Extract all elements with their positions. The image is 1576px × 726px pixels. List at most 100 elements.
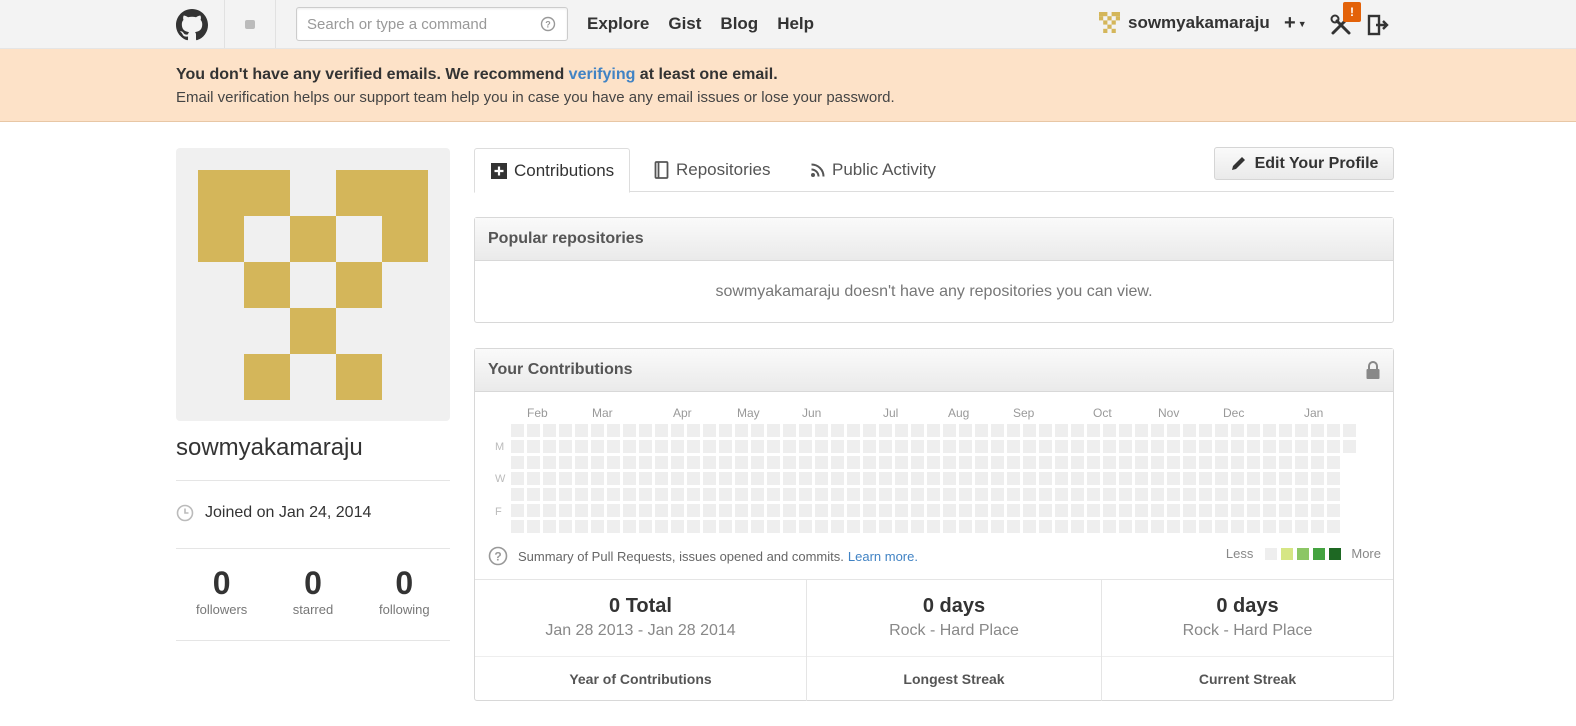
contribution-day-cell[interactable] [1055, 504, 1068, 517]
contribution-day-cell[interactable] [1119, 472, 1132, 485]
contribution-day-cell[interactable] [1183, 488, 1196, 501]
contribution-day-cell[interactable] [607, 440, 620, 453]
profile-avatar[interactable] [176, 148, 450, 421]
contribution-day-cell[interactable] [1167, 456, 1180, 469]
contribution-day-cell[interactable] [1023, 504, 1036, 517]
contribution-day-cell[interactable] [1215, 440, 1228, 453]
contribution-day-cell[interactable] [1263, 504, 1276, 517]
contribution-day-cell[interactable] [1215, 520, 1228, 533]
contribution-day-cell[interactable] [959, 440, 972, 453]
contribution-day-cell[interactable] [783, 440, 796, 453]
contribution-day-cell[interactable] [1215, 488, 1228, 501]
contribution-day-cell[interactable] [1247, 520, 1260, 533]
contribution-day-cell[interactable] [831, 456, 844, 469]
contribution-day-cell[interactable] [959, 520, 972, 533]
contribution-day-cell[interactable] [719, 520, 732, 533]
contribution-day-cell[interactable] [767, 424, 780, 437]
contribution-day-cell[interactable] [751, 472, 764, 485]
contribution-day-cell[interactable] [847, 424, 860, 437]
sign-out-icon[interactable] [1367, 14, 1389, 36]
contribution-day-cell[interactable] [1199, 488, 1212, 501]
contribution-day-cell[interactable] [847, 472, 860, 485]
contribution-day-cell[interactable] [1071, 456, 1084, 469]
contribution-day-cell[interactable] [655, 504, 668, 517]
contribution-day-cell[interactable] [527, 472, 540, 485]
header-username[interactable]: sowmyakamaraju [1128, 13, 1270, 33]
contribution-day-cell[interactable] [703, 424, 716, 437]
contribution-day-cell[interactable] [607, 472, 620, 485]
contribution-day-cell[interactable] [895, 504, 908, 517]
contribution-day-cell[interactable] [719, 456, 732, 469]
contribution-day-cell[interactable] [687, 504, 700, 517]
contribution-day-cell[interactable] [1215, 456, 1228, 469]
contribution-day-cell[interactable] [1119, 504, 1132, 517]
contribution-day-cell[interactable] [655, 456, 668, 469]
contribution-day-cell[interactable] [655, 440, 668, 453]
contribution-day-cell[interactable] [1247, 424, 1260, 437]
contribution-day-cell[interactable] [1327, 424, 1340, 437]
contribution-day-cell[interactable] [1103, 456, 1116, 469]
contribution-day-cell[interactable] [639, 472, 652, 485]
contribution-day-cell[interactable] [1103, 504, 1116, 517]
contribution-day-cell[interactable] [527, 488, 540, 501]
contribution-day-cell[interactable] [655, 424, 668, 437]
contribution-day-cell[interactable] [1103, 520, 1116, 533]
contribution-day-cell[interactable] [1119, 424, 1132, 437]
contribution-day-cell[interactable] [575, 488, 588, 501]
contribution-day-cell[interactable] [511, 424, 524, 437]
contribution-day-cell[interactable] [1199, 424, 1212, 437]
contribution-day-cell[interactable] [1231, 520, 1244, 533]
contribution-day-cell[interactable] [1023, 472, 1036, 485]
contribution-day-cell[interactable] [1295, 424, 1308, 437]
contribution-day-cell[interactable] [975, 504, 988, 517]
contribution-day-cell[interactable] [1215, 424, 1228, 437]
contribution-day-cell[interactable] [687, 520, 700, 533]
contribution-day-cell[interactable] [527, 440, 540, 453]
contribution-day-cell[interactable] [623, 424, 636, 437]
following-stat[interactable]: 0 following [364, 566, 444, 617]
contribution-day-cell[interactable] [1327, 520, 1340, 533]
contribution-day-cell[interactable] [847, 440, 860, 453]
contribution-day-cell[interactable] [687, 488, 700, 501]
contribution-day-cell[interactable] [1279, 504, 1292, 517]
contribution-day-cell[interactable] [879, 440, 892, 453]
contribution-day-cell[interactable] [1039, 520, 1052, 533]
contribution-day-cell[interactable] [783, 424, 796, 437]
contribution-day-cell[interactable] [1167, 520, 1180, 533]
contribution-day-cell[interactable] [1039, 440, 1052, 453]
contribution-day-cell[interactable] [639, 456, 652, 469]
contribution-day-cell[interactable] [863, 520, 876, 533]
contribution-day-cell[interactable] [639, 520, 652, 533]
contribution-day-cell[interactable] [943, 440, 956, 453]
nav-gist[interactable]: Gist [668, 14, 701, 34]
contribution-day-cell[interactable] [799, 520, 812, 533]
contribution-day-cell[interactable] [991, 472, 1004, 485]
contribution-day-cell[interactable] [1039, 504, 1052, 517]
contribution-day-cell[interactable] [1327, 504, 1340, 517]
contribution-day-cell[interactable] [751, 424, 764, 437]
contribution-day-cell[interactable] [831, 440, 844, 453]
contribution-day-cell[interactable] [751, 440, 764, 453]
contribution-day-cell[interactable] [1327, 488, 1340, 501]
contribution-day-cell[interactable] [783, 472, 796, 485]
contribution-day-cell[interactable] [927, 456, 940, 469]
contribution-day-cell[interactable] [927, 504, 940, 517]
contribution-day-cell[interactable] [623, 440, 636, 453]
contribution-day-cell[interactable] [607, 456, 620, 469]
contribution-day-cell[interactable] [959, 456, 972, 469]
contribution-day-cell[interactable] [879, 424, 892, 437]
contribution-day-cell[interactable] [559, 488, 572, 501]
contribution-day-cell[interactable] [1167, 424, 1180, 437]
contribution-day-cell[interactable] [559, 424, 572, 437]
contribution-day-cell[interactable] [767, 456, 780, 469]
contribution-day-cell[interactable] [543, 504, 556, 517]
contribution-day-cell[interactable] [575, 472, 588, 485]
contribution-day-cell[interactable] [975, 472, 988, 485]
contribution-day-cell[interactable] [1167, 440, 1180, 453]
contribution-day-cell[interactable] [1247, 472, 1260, 485]
contribution-day-cell[interactable] [831, 504, 844, 517]
contribution-day-cell[interactable] [1151, 440, 1164, 453]
edit-profile-button[interactable]: Edit Your Profile [1214, 147, 1394, 180]
contribution-day-cell[interactable] [927, 440, 940, 453]
contribution-day-cell[interactable] [559, 472, 572, 485]
